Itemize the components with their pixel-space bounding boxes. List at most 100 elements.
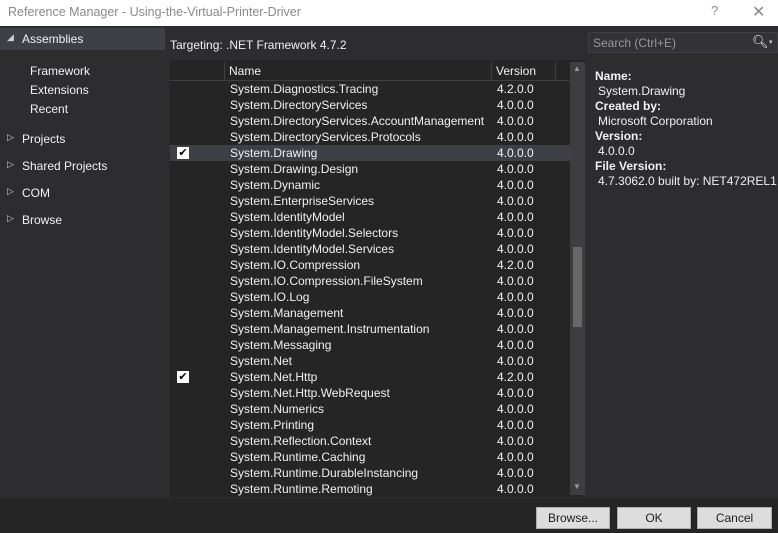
table-row[interactable]: System.Net 4.0.0.0 <box>170 353 570 369</box>
table-row[interactable]: System.IdentityModel.Services 4.0.0.0 <box>170 241 570 257</box>
cancel-button[interactable]: Cancel <box>697 507 772 529</box>
assembly-version: 4.0.0.0 <box>497 338 534 352</box>
detail-file-version-label: File Version: <box>595 159 667 173</box>
sidebar-item-label: Assemblies <box>22 32 84 46</box>
table-row[interactable]: System.IO.Compression.FileSystem 4.0.0.0 <box>170 273 570 289</box>
reference-manager-dialog: ◢ Assemblies Framework Extensions Recent… <box>0 26 778 533</box>
table-row[interactable]: System.Management 4.0.0.0 <box>170 305 570 321</box>
table-row[interactable]: System.IO.Log 4.0.0.0 <box>170 289 570 305</box>
table-row[interactable]: System.IdentityModel 4.0.0.0 <box>170 209 570 225</box>
checkbox-checked[interactable]: ✔ <box>177 371 189 383</box>
table-row[interactable]: System.Runtime.Caching 4.0.0.0 <box>170 449 570 465</box>
table-row[interactable]: System.Diagnostics.Tracing 4.2.0.0 <box>170 81 570 97</box>
table-row[interactable]: ✔ System.Drawing 4.0.0.0 <box>170 145 570 161</box>
assembly-name: System.IO.Compression.FileSystem <box>230 274 423 288</box>
assembly-name: System.Runtime.DurableInstancing <box>230 466 419 480</box>
table-row[interactable]: System.IdentityModel.Selectors 4.0.0.0 <box>170 225 570 241</box>
assembly-name: System.DirectoryServices <box>230 98 368 112</box>
table-row[interactable]: System.Reflection.Context 4.0.0.0 <box>170 433 570 449</box>
assembly-version: 4.2.0.0 <box>497 370 534 384</box>
table-row[interactable]: System.IO.Compression 4.2.0.0 <box>170 257 570 273</box>
browse-button[interactable]: Browse... <box>536 507 610 529</box>
assembly-version: 4.0.0.0 <box>497 114 534 128</box>
sidebar-item-label: Projects <box>22 132 66 146</box>
close-icon[interactable]: ✕ <box>752 2 765 22</box>
table-row[interactable]: System.Messaging 4.0.0.0 <box>170 337 570 353</box>
sidebar-item-projects[interactable]: ▷ Projects <box>0 128 165 150</box>
assembly-name: System.Drawing.Design <box>230 162 359 176</box>
column-header-version[interactable]: Version <box>492 62 556 81</box>
assembly-version: 4.2.0.0 <box>497 258 534 272</box>
table-row[interactable]: ✔ System.Net.Http 4.2.0.0 <box>170 369 570 385</box>
help-icon[interactable]: ? <box>711 3 718 18</box>
scrollbar-thumb[interactable] <box>573 247 582 327</box>
sidebar-item-label: COM <box>22 186 50 200</box>
search-input[interactable] <box>593 35 743 50</box>
assembly-version: 4.0.0.0 <box>497 466 534 480</box>
assembly-version: 4.0.0.0 <box>497 290 534 304</box>
assembly-name: System.Printing <box>230 418 315 432</box>
table-row[interactable]: System.Net.Http.WebRequest 4.0.0.0 <box>170 385 570 401</box>
assembly-version: 4.0.0.0 <box>497 322 534 336</box>
collapsed-arrow-icon: ▷ <box>7 213 14 223</box>
sidebar-item-com[interactable]: ▷ COM <box>0 182 165 204</box>
table-row[interactable]: System.Management.Instrumentation 4.0.0.0 <box>170 321 570 337</box>
sidebar-item-label: Shared Projects <box>22 159 108 173</box>
assembly-version: 4.0.0.0 <box>497 194 534 208</box>
table-row[interactable]: System.EnterpriseServices 4.0.0.0 <box>170 193 570 209</box>
sidebar-item-framework[interactable]: Framework <box>30 64 90 78</box>
assembly-name: System.IdentityModel.Services <box>230 242 395 256</box>
sidebar-item-assemblies[interactable]: ◢ Assemblies <box>0 28 165 50</box>
assembly-name: System.EnterpriseServices <box>230 194 375 208</box>
assembly-version: 4.0.0.0 <box>497 402 534 416</box>
scroll-up-icon[interactable]: ▲ <box>573 64 581 73</box>
detail-created-value: Microsoft Corporation <box>598 114 713 128</box>
assembly-version: 4.0.0.0 <box>497 386 534 400</box>
column-header-check[interactable] <box>170 62 225 81</box>
assembly-name: System.Runtime.Remoting <box>230 482 373 496</box>
detail-created-label: Created by: <box>595 99 662 113</box>
assembly-version: 4.0.0.0 <box>497 482 534 496</box>
assembly-name: System.Numerics <box>230 402 325 416</box>
table-row[interactable]: System.DirectoryServices 4.0.0.0 <box>170 97 570 113</box>
sidebar-item-recent[interactable]: Recent <box>30 102 68 116</box>
vertical-scrollbar[interactable]: ▲ ▼ <box>570 62 585 495</box>
table-row[interactable]: System.Numerics 4.0.0.0 <box>170 401 570 417</box>
assembly-name: System.DirectoryServices.AccountManageme… <box>230 114 485 128</box>
sidebar-item-shared-projects[interactable]: ▷ Shared Projects <box>0 155 165 177</box>
sidebar-item-browse[interactable]: ▷ Browse <box>0 209 165 231</box>
detail-version-label: Version: <box>595 129 643 143</box>
sidebar: ◢ Assemblies Framework Extensions Recent… <box>0 26 165 498</box>
assembly-name: System.IO.Log <box>230 290 310 304</box>
targeting-label: Targeting: .NET Framework 4.7.2 <box>170 38 347 52</box>
search-options-dropdown-icon[interactable]: ▾ <box>769 38 773 46</box>
assembly-version: 4.0.0.0 <box>497 98 534 112</box>
table-row[interactable]: System.DirectoryServices.AccountManageme… <box>170 113 570 129</box>
table-row[interactable]: System.Dynamic 4.0.0.0 <box>170 177 570 193</box>
sidebar-item-extensions[interactable]: Extensions <box>30 83 89 97</box>
window-title: Reference Manager - Using-the-Virtual-Pr… <box>8 5 301 19</box>
ok-button[interactable]: OK <box>617 507 691 529</box>
checkbox-checked[interactable]: ✔ <box>177 147 189 159</box>
detail-name-label: Name: <box>595 69 632 83</box>
collapsed-arrow-icon: ▷ <box>7 159 14 169</box>
assembly-version: 4.0.0.0 <box>497 354 534 368</box>
table-row[interactable]: System.Runtime.DurableInstancing 4.0.0.0 <box>170 465 570 481</box>
table-row[interactable]: System.Drawing.Design 4.0.0.0 <box>170 161 570 177</box>
grid-header: Name Version <box>170 62 570 81</box>
table-row[interactable]: System.Runtime.Remoting 4.0.0.0 <box>170 481 570 497</box>
assembly-name: System.Drawing <box>230 146 318 160</box>
assembly-version: 4.0.0.0 <box>497 178 534 192</box>
assembly-name: System.Diagnostics.Tracing <box>230 82 379 96</box>
targeting-bar: Targeting: .NET Framework 4.7.2 <box>165 30 585 55</box>
assembly-name: System.Dynamic <box>230 178 321 192</box>
scroll-down-icon[interactable]: ▼ <box>573 482 581 491</box>
table-row[interactable]: System.DirectoryServices.Protocols 4.0.0.… <box>170 129 570 145</box>
search-icon[interactable]: 🔍︎ <box>752 34 769 50</box>
table-row[interactable]: System.Printing 4.0.0.0 <box>170 417 570 433</box>
search-box[interactable]: 🔍︎ ▾ <box>588 32 778 53</box>
collapsed-arrow-icon: ▷ <box>7 186 14 196</box>
assembly-name: System.Net.Http <box>230 370 318 384</box>
assembly-name: System.Management <box>230 306 344 320</box>
column-header-name[interactable]: Name <box>225 62 492 81</box>
